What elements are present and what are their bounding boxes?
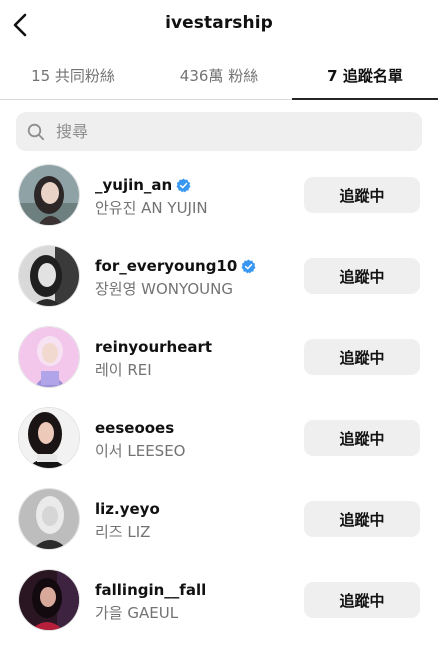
username[interactable]: eeseooes (95, 419, 174, 437)
following-button[interactable]: 追蹤中 (304, 177, 420, 213)
tab-following[interactable]: 7 追蹤名單 (292, 52, 438, 100)
avatar[interactable] (18, 488, 80, 550)
following-button[interactable]: 追蹤中 (304, 582, 420, 618)
tab-followers[interactable]: 436萬 粉絲 (146, 52, 292, 99)
avatar[interactable] (18, 569, 80, 631)
avatar[interactable] (18, 245, 80, 307)
list-item[interactable]: eeseooes 이서 LEESEO 追蹤中 (0, 406, 438, 487)
list-item[interactable]: liz.yeyo 리즈 LIZ 追蹤中 (0, 487, 438, 568)
list-item[interactable]: fallingin__fall 가을 GAEUL 追蹤中 (0, 568, 438, 649)
following-button[interactable]: 追蹤中 (304, 339, 420, 375)
avatar[interactable] (18, 164, 80, 226)
top-bar: ivestarship (0, 0, 438, 52)
following-list: _yujin_an 안유진 AN YUJIN 追蹤中 for_everyoung… (0, 163, 438, 649)
username[interactable]: _yujin_an (95, 176, 172, 194)
tab-bar: 15 共同粉絲 436萬 粉絲 7 追蹤名單 (0, 52, 438, 100)
verified-badge-icon (176, 178, 191, 193)
username[interactable]: fallingin__fall (95, 581, 206, 599)
list-item[interactable]: for_everyoung10 장원영 WONYOUNG 追蹤中 (0, 244, 438, 325)
username[interactable]: reinyourheart (95, 338, 212, 356)
verified-badge-icon (241, 259, 256, 274)
avatar[interactable] (18, 326, 80, 388)
username[interactable]: for_everyoung10 (95, 257, 237, 275)
search-bar[interactable] (16, 112, 422, 151)
avatar[interactable] (18, 407, 80, 469)
search-input[interactable] (54, 121, 398, 142)
following-button[interactable]: 追蹤中 (304, 501, 420, 537)
page-title: ivestarship (165, 13, 273, 33)
full-name: 장원영 WONYOUNG (95, 280, 233, 298)
list-item[interactable]: reinyourheart 레이 REI 追蹤中 (0, 325, 438, 406)
tab-mutual-followers[interactable]: 15 共同粉絲 (0, 52, 146, 99)
full-name: 가을 GAEUL (95, 604, 179, 622)
following-button[interactable]: 追蹤中 (304, 258, 420, 294)
full-name: 레이 REI (95, 361, 152, 379)
full-name: 이서 LEESEO (95, 442, 186, 460)
username[interactable]: liz.yeyo (95, 500, 160, 518)
following-button[interactable]: 追蹤中 (304, 420, 420, 456)
full-name: 리즈 LIZ (95, 523, 151, 541)
full-name: 안유진 AN YUJIN (95, 199, 208, 217)
list-item[interactable]: _yujin_an 안유진 AN YUJIN 追蹤中 (0, 163, 438, 244)
search-icon (26, 122, 46, 142)
